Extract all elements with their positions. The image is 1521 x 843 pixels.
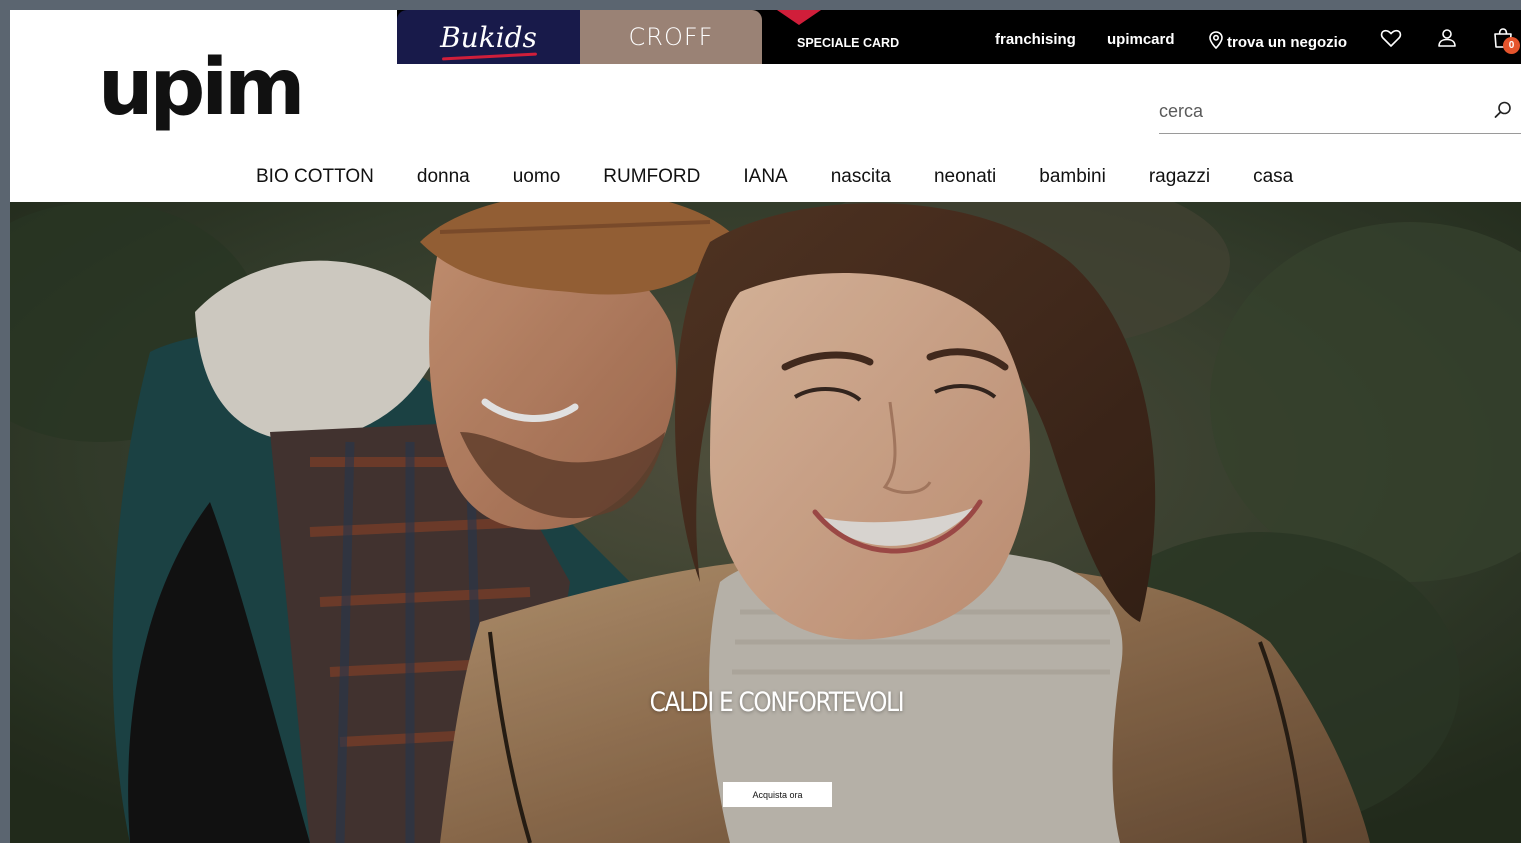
cart-count-badge: 0 — [1503, 37, 1520, 54]
bukids-label: Bukids — [440, 20, 537, 54]
nav-item-bambini[interactable]: bambini — [1039, 166, 1106, 188]
nav-item-nascita[interactable]: nascita — [831, 166, 891, 188]
nav-item-bio-cotton[interactable]: BIO COTTON — [256, 166, 374, 188]
location-pin-icon — [1209, 31, 1223, 53]
logo-text: upim — [98, 43, 305, 133]
upim-logo[interactable]: upim — [98, 38, 328, 138]
nav-item-iana[interactable]: IANA — [743, 166, 787, 188]
nav-item-donna[interactable]: donna — [417, 166, 470, 188]
nav-item-neonati[interactable]: neonati — [934, 166, 996, 188]
nav-item-uomo[interactable]: uomo — [513, 166, 561, 188]
nav-item-rumford[interactable]: RUMFORD — [603, 166, 700, 188]
nav-item-casa[interactable]: casa — [1253, 166, 1293, 188]
upimcard-link[interactable]: upimcard — [1107, 31, 1175, 48]
card-ribbon-icon — [777, 10, 821, 25]
search-input[interactable] — [1159, 92, 1479, 130]
search-icon[interactable] — [1493, 100, 1513, 120]
franchising-link[interactable]: franchising — [995, 31, 1076, 48]
brand-tab-bukids[interactable]: Bukids — [397, 10, 580, 64]
top-bar: Bukids CROFF SPECIALE CARD franchising u… — [397, 10, 1521, 64]
brand-tab-croff[interactable]: CROFF — [580, 10, 762, 64]
bukids-logo: Bukids — [440, 20, 537, 60]
search-bar — [1159, 92, 1521, 134]
hero-banner[interactable]: CALDI E CONFORTEVOLI Acquista ora — [10, 202, 1521, 843]
store-locator-label: trova un negozio — [1227, 33, 1347, 51]
croff-label: CROFF — [628, 23, 714, 51]
hero-title: CALDI E CONFORTEVOLI — [649, 687, 905, 718]
user-icon[interactable] — [1435, 26, 1459, 50]
store-locator-link[interactable]: trova un negozio — [1209, 31, 1347, 53]
hero-image — [10, 202, 1521, 843]
page: upim Bukids CROFF SPECIALE CARD franchis… — [10, 10, 1521, 843]
heart-icon[interactable] — [1379, 26, 1403, 50]
shop-now-button[interactable]: Acquista ora — [723, 782, 832, 807]
speciale-card-link[interactable]: SPECIALE CARD — [797, 36, 899, 50]
main-nav: BIO COTTON donna uomo RUMFORD IANA nasci… — [256, 166, 1336, 188]
nav-item-ragazzi[interactable]: ragazzi — [1149, 166, 1210, 188]
